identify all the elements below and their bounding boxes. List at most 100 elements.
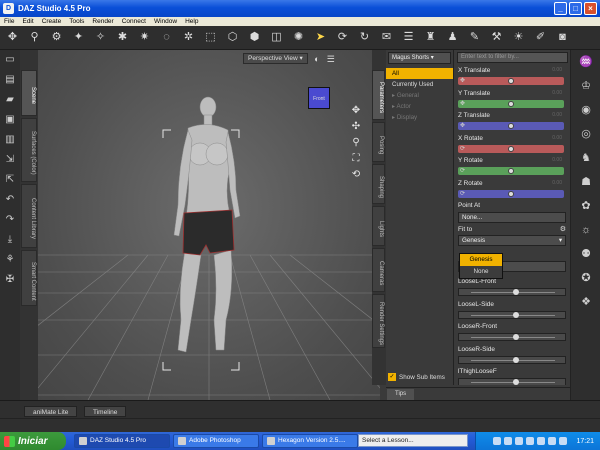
slider-knob[interactable]: [508, 78, 514, 84]
menu-edit[interactable]: Edit: [22, 18, 33, 25]
figure-tool-icon[interactable]: ⚘: [0, 250, 20, 270]
view-cube[interactable]: Front: [305, 83, 335, 113]
camera-tool-icon[interactable]: ⬢: [246, 29, 263, 46]
lthighloosef-slider[interactable]: [458, 378, 566, 385]
group-currently-used[interactable]: Currently Used: [386, 79, 453, 90]
zoom-icon[interactable]: ⚲: [349, 137, 363, 153]
looser-front-slider[interactable]: [458, 333, 566, 341]
spot-render-icon[interactable]: ◌: [158, 29, 175, 46]
popup-option-none[interactable]: None: [460, 266, 502, 278]
content-library-icon[interactable]: ♜: [422, 29, 439, 46]
y-translate-slider[interactable]: ✥: [458, 99, 564, 108]
shader-icon[interactable]: ◎: [571, 122, 600, 146]
y-rotate-slider[interactable]: ⟳: [458, 167, 564, 175]
slider-knob[interactable]: [513, 311, 519, 318]
group-actor[interactable]: ▸ Actor: [386, 101, 453, 112]
pose-icon[interactable]: ♞: [571, 146, 600, 170]
point-at-field[interactable]: None...: [458, 212, 566, 223]
tab-smart-content[interactable]: Smart Content: [21, 250, 37, 306]
lights-icon[interactable]: ☀: [510, 29, 527, 46]
group-display[interactable]: ▸ Display: [386, 112, 453, 123]
menu-window[interactable]: Window: [154, 18, 177, 25]
props-icon[interactable]: ❖: [571, 290, 600, 314]
pan-icon[interactable]: ✣: [349, 121, 363, 137]
group-general[interactable]: ▸ General: [386, 90, 453, 101]
shaping-icon[interactable]: ✎: [466, 29, 483, 46]
open-folder-icon[interactable]: ▰: [0, 90, 20, 110]
slider-knob[interactable]: [508, 100, 514, 107]
menu-connect[interactable]: Connect: [122, 18, 146, 25]
viewport-options-icon[interactable]: ☰: [326, 54, 336, 64]
maximize-button[interactable]: □: [569, 2, 582, 15]
menu-create[interactable]: Create: [42, 18, 62, 25]
menu-render[interactable]: Render: [92, 18, 113, 25]
looser-side-slider[interactable]: [458, 355, 566, 364]
show-sub-items[interactable]: ✓ Show Sub Items: [388, 373, 445, 381]
loosel-side-slider[interactable]: [458, 310, 566, 319]
tab-shaping[interactable]: Shaping: [372, 164, 385, 204]
x-rotate-slider[interactable]: ⟳: [458, 144, 564, 153]
shirt-icon[interactable]: ♔: [571, 74, 600, 98]
active-pose-icon[interactable]: ✦: [70, 29, 87, 46]
region-nav-icon[interactable]: ✧: [92, 29, 109, 46]
undo-icon[interactable]: ↶: [0, 190, 20, 210]
save-icon[interactable]: ▣: [0, 110, 20, 130]
save-as-icon[interactable]: ▥: [0, 130, 20, 150]
tab-parameters[interactable]: Parameters: [372, 70, 385, 120]
tray-icon[interactable]: [515, 437, 524, 445]
group-all[interactable]: All: [386, 68, 453, 79]
viewport-3d[interactable]: Perspective View ▾ ◐ ☰ Front ✥ ✣ ⚲ ⛶ ⟲: [38, 50, 380, 400]
slider-knob[interactable]: [513, 334, 519, 340]
light-set-icon[interactable]: ☼: [571, 218, 600, 242]
import-icon[interactable]: ⇲: [0, 150, 20, 170]
tray-icon[interactable]: [548, 437, 557, 445]
z-translate-slider[interactable]: ✥: [458, 122, 564, 130]
menu-help[interactable]: Help: [185, 18, 198, 25]
node-selector[interactable]: Magus Shorts ▾: [388, 52, 451, 64]
menu-file[interactable]: File: [4, 18, 14, 25]
minimize-button[interactable]: _: [554, 2, 567, 15]
open-icon[interactable]: ▤: [0, 70, 20, 90]
task-photoshop[interactable]: Adobe Photoshop: [173, 434, 259, 448]
export-icon[interactable]: ⇱: [0, 170, 20, 190]
tray-icon[interactable]: [537, 437, 546, 445]
render-icon[interactable]: ◙: [554, 29, 571, 46]
fit-options-icon[interactable]: ⚙: [560, 225, 566, 233]
material-icon[interactable]: ◉: [571, 98, 600, 122]
tray-icon[interactable]: [526, 437, 535, 445]
hair-icon[interactable]: ♒: [571, 50, 600, 74]
slider-knob[interactable]: [513, 356, 519, 363]
slider-knob[interactable]: [513, 289, 519, 295]
environment-icon[interactable]: ✪: [571, 266, 600, 290]
translate-tool-icon[interactable]: ⬚: [202, 29, 219, 46]
tab-animate-lite[interactable]: aniMate Lite: [24, 406, 78, 417]
tab-posing[interactable]: Posing: [372, 122, 385, 162]
camera-selector[interactable]: Perspective View ▾: [243, 53, 308, 64]
loosel-front-slider[interactable]: [458, 288, 566, 296]
tab-scene[interactable]: Scene: [21, 70, 37, 116]
reset-view-icon[interactable]: ⟲: [349, 169, 363, 185]
new-scene-icon[interactable]: ▭: [0, 50, 20, 70]
fit-to-dropdown[interactable]: Genesis ▾: [458, 235, 566, 246]
slider-knob[interactable]: [508, 123, 514, 129]
tab-timeline[interactable]: Timeline: [84, 406, 127, 417]
frame-icon[interactable]: ⛶: [349, 153, 363, 169]
rotate-tool-icon[interactable]: ⬡: [224, 29, 241, 46]
slider-knob[interactable]: [508, 190, 514, 197]
draw-style-icon[interactable]: ◐: [312, 54, 322, 64]
slider-knob[interactable]: [508, 145, 514, 152]
light-tool-icon[interactable]: ✺: [290, 29, 307, 46]
render-settings-icon[interactable]: ⚒: [488, 29, 505, 46]
show-sub-items-checkbox[interactable]: ✓: [388, 373, 396, 381]
filter-input[interactable]: Enter text to filter by...: [457, 52, 568, 63]
menu-tools[interactable]: Tools: [69, 18, 84, 25]
geometry-editor-icon[interactable]: ✷: [136, 29, 153, 46]
joint-editor-icon[interactable]: ⚙: [48, 29, 65, 46]
popup-option-genesis[interactable]: Genesis: [460, 254, 502, 266]
figure-setup-icon[interactable]: ☗: [571, 170, 600, 194]
figure-icon[interactable]: ☰: [400, 29, 417, 46]
redo-icon[interactable]: ↷: [0, 210, 20, 230]
smart-content-icon[interactable]: ♟: [444, 29, 461, 46]
paint-icon[interactable]: ✐: [532, 29, 549, 46]
drop-to-floor-icon[interactable]: ⤓: [0, 230, 20, 250]
